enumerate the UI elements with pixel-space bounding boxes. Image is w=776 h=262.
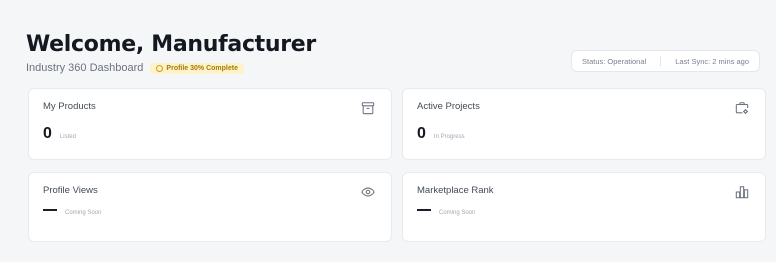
stat-card-profile-views[interactable]: Profile Views Coming Soon xyxy=(28,172,392,242)
profile-completion-label: Profile 30% Complete xyxy=(166,64,238,72)
profile-completion-badge[interactable]: Profile 30% Complete xyxy=(150,62,244,74)
card-sub: Coming Soon xyxy=(439,210,476,216)
card-value-placeholder xyxy=(417,209,431,211)
card-value-placeholder xyxy=(43,209,57,211)
card-sub: Coming Soon xyxy=(65,210,102,216)
operational-status: Status: Operational xyxy=(581,56,647,66)
progress-ring-icon xyxy=(156,64,164,72)
status-divider xyxy=(660,56,662,66)
page-title: Welcome, Manufacturer xyxy=(26,32,316,57)
value-row: Coming Soon xyxy=(417,209,751,216)
stat-card-active-projects[interactable]: Active Projects 0 In Progress xyxy=(402,88,766,160)
dashboard-page: Welcome, Manufacturer Industry 360 Dashb… xyxy=(0,0,776,262)
card-label: Profile Views xyxy=(43,185,98,196)
card-label: Marketplace Rank xyxy=(417,185,494,196)
archive-icon xyxy=(361,102,375,115)
last-sync-status: Last Sync: 2 mins ago xyxy=(675,56,749,66)
stats-grid: My Products 0 Listed Active Projects 0 I… xyxy=(28,88,766,242)
page-header: Welcome, Manufacturer Industry 360 Dashb… xyxy=(26,22,762,74)
stat-card-marketplace-rank[interactable]: Marketplace Rank Coming Soon xyxy=(402,172,766,242)
card-value: 0 xyxy=(417,125,426,142)
value-row: 0 Listed xyxy=(43,126,377,142)
bar-chart-icon xyxy=(735,186,749,199)
title-block: Welcome, Manufacturer Industry 360 Dashb… xyxy=(26,32,316,74)
card-label: Active Projects xyxy=(417,101,480,112)
subtitle-row: Industry 360 Dashboard Profile 30% Compl… xyxy=(26,62,316,74)
card-sub: Listed xyxy=(59,134,76,140)
card-label: My Products xyxy=(43,101,96,112)
system-status-bar: Status: Operational Last Sync: 2 mins ag… xyxy=(570,50,760,72)
stat-card-my-products[interactable]: My Products 0 Listed xyxy=(28,88,392,160)
value-row: 0 In Progress xyxy=(417,126,751,142)
briefcase-settings-icon xyxy=(735,102,749,114)
eye-icon xyxy=(361,187,375,197)
value-row: Coming Soon xyxy=(43,209,377,216)
dashboard-subtitle: Industry 360 Dashboard xyxy=(26,62,144,74)
card-value: 0 xyxy=(43,125,52,142)
card-sub: In Progress xyxy=(433,134,465,140)
